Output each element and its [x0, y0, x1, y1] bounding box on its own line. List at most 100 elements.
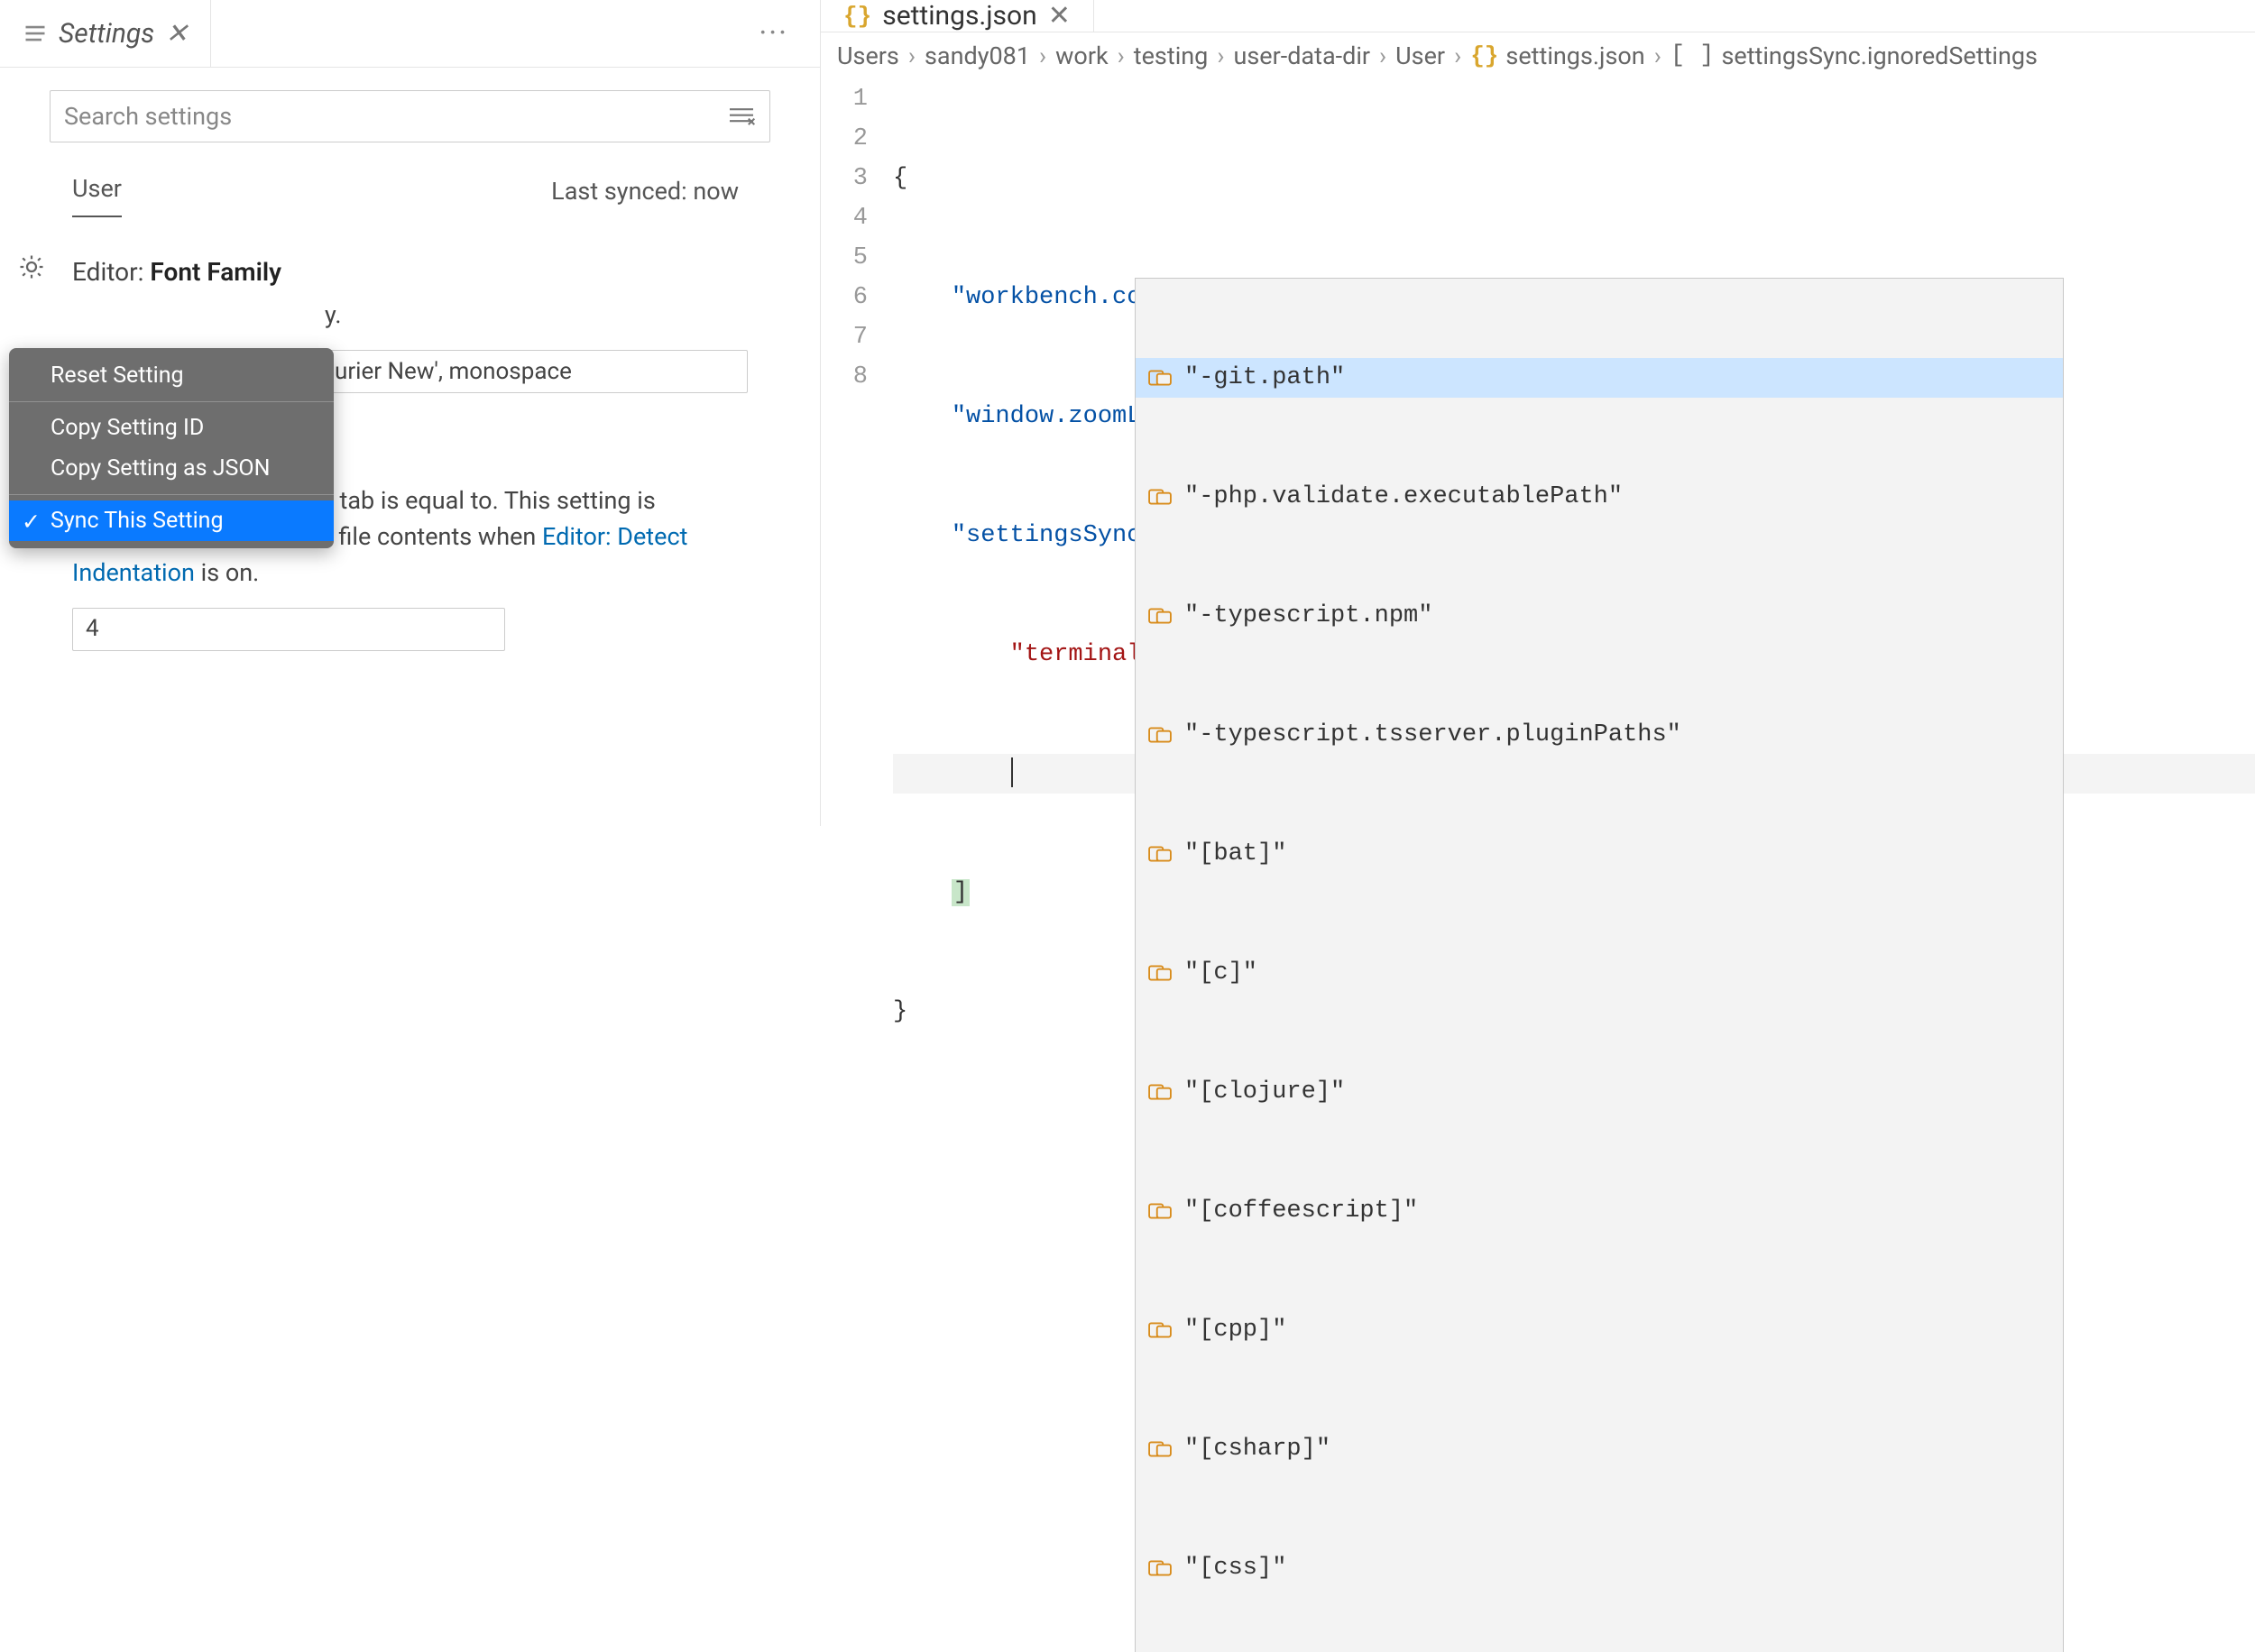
- line-number: 3: [821, 159, 868, 198]
- tab-settings-json[interactable]: {} settings.json ✕: [821, 0, 1094, 32]
- menu-reset-setting[interactable]: Reset Setting: [9, 355, 334, 396]
- suggest-item[interactable]: "[clojure]": [1136, 1072, 2063, 1112]
- line-number: 4: [821, 198, 868, 238]
- close-icon[interactable]: ✕: [1048, 0, 1071, 32]
- crumb[interactable]: user-data-dir: [1233, 41, 1370, 70]
- search-placeholder: Search settings: [64, 102, 232, 131]
- suggest-item[interactable]: "[csharp]": [1136, 1429, 2063, 1469]
- suggest-item[interactable]: "[coffeescript]": [1136, 1191, 2063, 1231]
- tab-bar-right: {} settings.json ✕: [821, 0, 2255, 32]
- tab-size-input[interactable]: 4: [72, 608, 505, 651]
- suggest-label: "[clojure]": [1184, 1072, 1345, 1112]
- property-icon: [1148, 844, 1172, 864]
- chevron-right-icon: ›: [1652, 41, 1663, 70]
- chevron-right-icon: ›: [907, 41, 917, 70]
- checkmark-icon: ✓: [22, 509, 41, 536]
- chevron-right-icon: ›: [1452, 41, 1463, 70]
- breadcrumb[interactable]: Users› sandy081› work› testing› user-dat…: [821, 32, 2255, 79]
- property-icon: [1148, 725, 1172, 745]
- line-number-gutter: 1 2 3 4 5 6 7 8: [821, 79, 893, 1230]
- search-input[interactable]: Search settings: [50, 90, 770, 142]
- suggest-label: "-git.path": [1184, 358, 1345, 398]
- property-icon: [1148, 1082, 1172, 1102]
- text-cursor: [1011, 757, 1013, 787]
- line-number: 5: [821, 238, 868, 278]
- suggest-label: "[css]": [1184, 1548, 1286, 1588]
- crumb[interactable]: Users: [837, 41, 899, 70]
- property-icon: [1148, 963, 1172, 983]
- scope-tab-user[interactable]: User: [72, 165, 122, 217]
- suggest-widget: "-git.path" "-php.validate.executablePat…: [1135, 278, 2064, 1652]
- tab-settings-label: Settings: [59, 18, 154, 50]
- menu-sync-label: Sync This Setting: [51, 508, 224, 534]
- settings-hamburger-icon: [23, 21, 48, 46]
- line-number: 2: [821, 119, 868, 159]
- suggest-label: "-php.validate.executablePath": [1184, 477, 1623, 517]
- property-icon: [1148, 606, 1172, 626]
- tab-settings[interactable]: Settings ✕: [0, 0, 211, 67]
- suggest-label: "[bat]": [1184, 834, 1286, 874]
- suggest-item[interactable]: "[cpp]": [1136, 1310, 2063, 1350]
- crumb-key[interactable]: settingsSync.ignoredSettings: [1721, 41, 2038, 70]
- setting-name: Font Family: [150, 257, 281, 287]
- close-icon[interactable]: ✕: [165, 18, 188, 50]
- crumb-file[interactable]: settings.json: [1505, 41, 1644, 70]
- editor-pane: {} settings.json ✕ Users› sandy081› work…: [821, 0, 2255, 826]
- tab-bar-left: Settings ✕ ···: [0, 0, 820, 68]
- code-content[interactable]: { "workbench.colorTheme": "GitHub Light"…: [893, 79, 2255, 1230]
- property-icon: [1148, 1320, 1172, 1340]
- chevron-right-icon: ›: [1116, 41, 1127, 70]
- property-icon: [1148, 1558, 1172, 1578]
- suggest-item[interactable]: "-git.path": [1136, 358, 2063, 398]
- tab-size-value: 4: [86, 611, 99, 646]
- font-family-value: urier New', monospace: [335, 354, 572, 389]
- suggest-label: "-typescript.tsserver.pluginPaths": [1184, 715, 1681, 755]
- property-icon: [1148, 487, 1172, 507]
- property-icon: [1148, 368, 1172, 388]
- setting-title: Editor: Font Family: [72, 253, 748, 290]
- suggest-label: "[c]": [1184, 953, 1257, 993]
- crumb[interactable]: sandy081: [925, 41, 1030, 70]
- chevron-right-icon: ›: [1377, 41, 1388, 70]
- crumb[interactable]: work: [1055, 41, 1109, 70]
- setting-prefix: Editor:: [72, 257, 143, 287]
- line-number: 1: [821, 79, 868, 119]
- array-icon: [ ]: [1671, 42, 1715, 69]
- suggest-label: "[cpp]": [1184, 1310, 1286, 1350]
- last-synced-label: Last synced: now: [551, 177, 739, 206]
- code-editor[interactable]: 1 2 3 4 5 6 7 8 { "workbench.colorTheme"…: [821, 79, 2255, 1230]
- crumb[interactable]: testing: [1134, 41, 1209, 70]
- search-container: Search settings: [0, 68, 820, 156]
- json-file-icon: {}: [1470, 42, 1498, 69]
- menu-sync-this-setting[interactable]: ✓ Sync This Setting: [9, 500, 334, 541]
- suggest-item[interactable]: "[css]": [1136, 1548, 2063, 1588]
- property-icon: [1148, 1439, 1172, 1459]
- scope-tabs: User: [72, 165, 122, 217]
- suggest-item[interactable]: "-php.validate.executablePath": [1136, 477, 2063, 517]
- suggest-item[interactable]: "-typescript.npm": [1136, 596, 2063, 636]
- crumb[interactable]: User: [1395, 41, 1445, 70]
- line-number: 6: [821, 278, 868, 317]
- suggest-item[interactable]: "[bat]": [1136, 834, 2063, 874]
- line-number: 8: [821, 357, 868, 397]
- line-number: 7: [821, 317, 868, 357]
- menu-separator: [9, 494, 334, 495]
- suggest-label: "[csharp]": [1184, 1429, 1330, 1469]
- suggest-item[interactable]: "-typescript.tsserver.pluginPaths": [1136, 715, 2063, 755]
- chevron-right-icon: ›: [1215, 41, 1226, 70]
- settings-pane: Settings ✕ ··· Search settings User Last…: [0, 0, 821, 826]
- setting-desc: y.: [72, 298, 748, 334]
- suggest-label: "[coffeescript]": [1184, 1191, 1418, 1231]
- scope-row: User Last synced: now: [0, 156, 820, 217]
- chevron-right-icon: ›: [1037, 41, 1048, 70]
- menu-separator: [9, 401, 334, 402]
- more-actions-button[interactable]: ···: [759, 15, 788, 51]
- clear-search-icon[interactable]: [727, 105, 756, 128]
- suggest-label: "-typescript.npm": [1184, 596, 1432, 636]
- menu-copy-setting-json[interactable]: Copy Setting as JSON: [9, 448, 334, 489]
- json-file-icon: {}: [843, 3, 871, 30]
- setting-context-menu: Reset Setting Copy Setting ID Copy Setti…: [9, 348, 334, 548]
- tab-json-label: settings.json: [882, 0, 1036, 32]
- menu-copy-setting-id[interactable]: Copy Setting ID: [9, 408, 334, 448]
- suggest-item[interactable]: "[c]": [1136, 953, 2063, 993]
